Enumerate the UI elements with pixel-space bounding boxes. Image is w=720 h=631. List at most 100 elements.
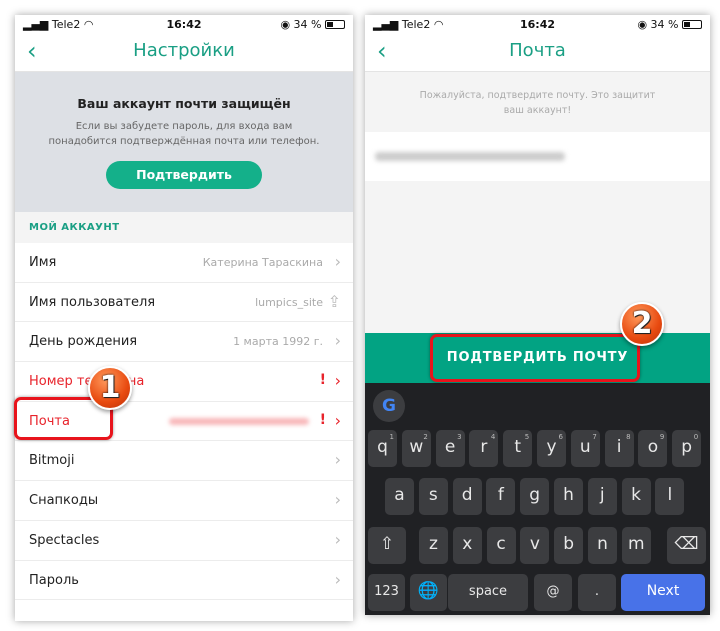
row-value: Катерина Тараскина bbox=[202, 256, 323, 269]
dot-key-label: . bbox=[594, 584, 600, 599]
key-y-label: y bbox=[546, 437, 557, 457]
key-i-label: i bbox=[616, 437, 622, 457]
key-l[interactable]: l bbox=[655, 478, 685, 515]
nav-bar: ‹ Почта bbox=[365, 35, 710, 72]
nav-bar: ‹ Настройки bbox=[15, 35, 353, 72]
key-x[interactable]: x bbox=[452, 527, 482, 564]
key-f[interactable]: f bbox=[486, 478, 516, 515]
status-bar: ▂▄▆ Tele2 ◠ 16:42 ◉ 34 % bbox=[15, 15, 353, 35]
key-u[interactable]: u7 bbox=[570, 430, 600, 467]
row-username[interactable]: Имя пользователя lumpics_site ⇪ bbox=[15, 283, 353, 323]
chevron-right-icon: › bbox=[334, 450, 341, 470]
key-w[interactable]: w2 bbox=[401, 430, 431, 467]
key-r[interactable]: r4 bbox=[469, 430, 499, 467]
key-z[interactable]: z bbox=[419, 527, 448, 564]
key-r-label: r bbox=[480, 437, 488, 457]
key-l-label: l bbox=[667, 485, 673, 505]
key-h[interactable]: h bbox=[554, 478, 583, 515]
key-d-label: d bbox=[461, 485, 473, 505]
globe-key[interactable]: 🌐 bbox=[410, 574, 447, 611]
chevron-right-icon: › bbox=[334, 371, 341, 391]
next-key[interactable]: Next bbox=[621, 574, 705, 611]
battery-icon bbox=[325, 20, 345, 29]
key-s[interactable]: s bbox=[418, 478, 448, 515]
key-b[interactable]: b bbox=[554, 527, 584, 564]
key-g[interactable]: g bbox=[520, 478, 550, 515]
key-n[interactable]: n bbox=[588, 527, 617, 564]
key-j-label: j bbox=[599, 485, 605, 505]
key-h-label: h bbox=[563, 485, 574, 505]
shift-key[interactable]: ⇧ bbox=[368, 527, 406, 564]
row-spectacles[interactable]: Spectacles › bbox=[15, 521, 353, 561]
globe-key-label: 🌐 bbox=[417, 581, 440, 601]
dot-key[interactable]: . bbox=[578, 574, 616, 611]
key-e[interactable]: e3 bbox=[435, 430, 465, 467]
chevron-right-icon: › bbox=[334, 490, 341, 510]
key-a[interactable]: a bbox=[385, 478, 414, 515]
key-a-label: a bbox=[394, 485, 405, 505]
key-t[interactable]: t5 bbox=[503, 430, 533, 467]
step-badge-2: 2 bbox=[620, 302, 664, 346]
row-birthday[interactable]: День рождения 1 марта 1992 г. › bbox=[15, 322, 353, 363]
key-j[interactable]: j bbox=[587, 478, 617, 515]
chevron-right-icon: › bbox=[334, 529, 341, 549]
google-icon[interactable]: G bbox=[373, 390, 405, 422]
key-e-label: e bbox=[444, 437, 456, 457]
key-x-label: x bbox=[462, 534, 473, 554]
key-c[interactable]: c bbox=[486, 527, 516, 564]
key-z-label: z bbox=[429, 534, 438, 554]
key-q[interactable]: q1 bbox=[368, 430, 397, 467]
row-label: День рождения bbox=[29, 334, 138, 350]
key-y[interactable]: y6 bbox=[537, 430, 566, 467]
numbers-key[interactable]: 123 bbox=[368, 574, 405, 611]
step-badge-1: 1 bbox=[88, 366, 132, 410]
key-v[interactable]: v bbox=[520, 527, 550, 564]
email-input[interactable] bbox=[365, 132, 710, 181]
key-p[interactable]: p0 bbox=[672, 430, 702, 467]
key-t-label: t bbox=[514, 437, 522, 457]
settings-screen: ▂▄▆ Tele2 ◠ 16:42 ◉ 34 % ‹ Настройки Ваш… bbox=[15, 15, 353, 621]
key-s-label: s bbox=[428, 485, 438, 505]
shift-key-label: ⇧ bbox=[379, 534, 395, 554]
key-i[interactable]: i8 bbox=[604, 430, 634, 467]
section-header: МОЙ АККАУНТ bbox=[15, 212, 353, 243]
key-hint: 3 bbox=[457, 433, 462, 441]
backspace-key[interactable]: ⌫ bbox=[667, 527, 706, 564]
highlight-confirm-button bbox=[430, 334, 640, 382]
banner-heading: Ваш аккаунт почти защищён bbox=[77, 96, 291, 111]
key-d[interactable]: d bbox=[452, 478, 482, 515]
row-name[interactable]: Имя Катерина Тараскина › bbox=[15, 243, 353, 283]
warning-icon: ! bbox=[319, 411, 326, 428]
row-label: Пароль bbox=[29, 572, 79, 588]
share-icon: ⇪ bbox=[327, 291, 341, 311]
key-n-label: n bbox=[597, 534, 608, 554]
row-phone[interactable]: Номер телефона! › bbox=[15, 362, 353, 402]
row-label: Снапкоды bbox=[29, 493, 99, 509]
key-k[interactable]: k bbox=[621, 478, 651, 515]
battery-icon bbox=[682, 20, 702, 29]
key-hint: 1 bbox=[389, 433, 394, 441]
key-hint: 8 bbox=[626, 433, 631, 441]
row-snapcodes[interactable]: Снапкоды › bbox=[15, 481, 353, 521]
blurred-email bbox=[169, 417, 309, 425]
confirm-button[interactable]: Подтвердить bbox=[106, 161, 262, 189]
info-text: Пожалуйста, подтвердите почту. Это защит… bbox=[365, 72, 710, 132]
key-k-label: k bbox=[631, 485, 642, 505]
key-m[interactable]: m bbox=[621, 527, 651, 564]
next-key-label: Next bbox=[646, 583, 680, 599]
backspace-key-label: ⌫ bbox=[674, 534, 699, 554]
chevron-right-icon: › bbox=[334, 252, 341, 271]
key-f-label: f bbox=[497, 485, 504, 505]
key-q-label: q bbox=[377, 437, 388, 457]
row-bitmoji[interactable]: Bitmoji › bbox=[15, 441, 353, 482]
chevron-right-icon: › bbox=[334, 569, 341, 589]
key-u-label: u bbox=[579, 437, 591, 457]
space-key[interactable]: space bbox=[448, 574, 528, 611]
at-key[interactable]: @ bbox=[534, 574, 572, 611]
key-b-label: b bbox=[563, 534, 575, 554]
row-value: 1 марта 1992 г. bbox=[233, 335, 323, 349]
row-password[interactable]: Пароль › bbox=[15, 561, 353, 601]
key-o[interactable]: o9 bbox=[638, 430, 668, 467]
security-banner: Ваш аккаунт почти защищён Если вы забуде… bbox=[15, 72, 353, 212]
key-m-label: m bbox=[628, 534, 645, 554]
